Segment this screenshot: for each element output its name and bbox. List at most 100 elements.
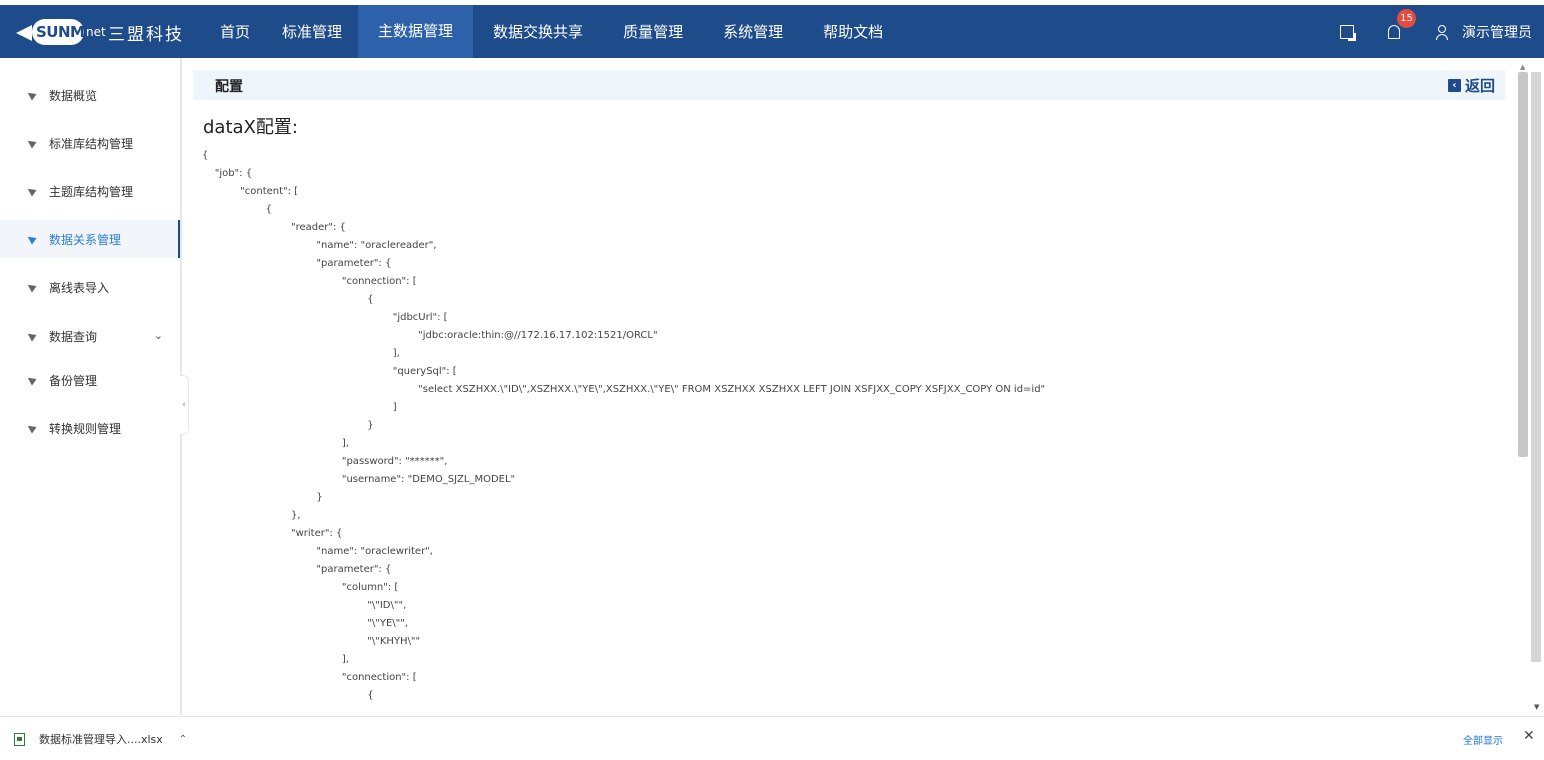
- send-icon: [25, 185, 37, 197]
- sidebar-item-data-query[interactable]: 数据查询 ⌄: [0, 317, 180, 355]
- logo[interactable]: SUNM net 三盟科技: [16, 17, 184, 47]
- code-line: {: [202, 204, 272, 215]
- user-menu[interactable]: 演示管理员: [1436, 22, 1532, 42]
- code-line: ]: [202, 402, 397, 413]
- sidebar-item-data-relations[interactable]: 数据关系管理: [0, 220, 180, 258]
- screen-icon: [1340, 24, 1356, 41]
- download-bar: 数据标准管理导入....xlsx ⌃ 全部显示 ✕: [0, 716, 1544, 760]
- code-line: "jdbcUrl": [: [202, 312, 448, 323]
- nav-standard-management[interactable]: 标准管理: [266, 5, 358, 58]
- sidebar: 数据概览 标准库结构管理 主题库结构管理 数据关系管理 离线表导入 数据查询 ⌄…: [0, 58, 180, 715]
- code-line: {: [202, 294, 374, 305]
- nav-master-data-management[interactable]: 主数据管理: [358, 5, 474, 58]
- chevron-up-icon[interactable]: ⌃: [179, 734, 187, 745]
- user-icon: [1436, 24, 1448, 40]
- user-name: 演示管理员: [1462, 24, 1532, 41]
- code-line: ],: [202, 438, 349, 449]
- sidebar-item-offline-import[interactable]: 离线表导入: [0, 268, 180, 306]
- close-icon[interactable]: ✕: [1523, 728, 1535, 744]
- sidebar-item-label: 转换规则管理: [49, 421, 122, 436]
- sunmnet-logo-icon: SUNM net: [16, 17, 106, 47]
- code-line: "content": [: [202, 186, 299, 197]
- sidebar-item-conversion-rules[interactable]: 转换规则管理: [0, 409, 180, 447]
- chevron-left-icon: ‹: [1447, 79, 1461, 92]
- sidebar-item-label: 离线表导入: [49, 280, 110, 295]
- logo-net-text: net: [86, 25, 106, 39]
- code-line: "\"ID\"",: [202, 600, 407, 611]
- scroll-down-icon[interactable]: ▼: [1534, 703, 1539, 711]
- header-actions: 15 演示管理员: [1340, 5, 1544, 58]
- sidebar-item-label: 数据查询: [49, 329, 98, 344]
- show-all-link[interactable]: 全部显示: [1463, 732, 1503, 747]
- send-icon: [25, 330, 37, 342]
- code-line: "\"YE\"",: [202, 618, 409, 629]
- code-line: },: [202, 510, 301, 521]
- chevron-left-icon: ‹: [182, 400, 186, 410]
- sidebar-item-data-overview[interactable]: 数据概览: [0, 76, 180, 114]
- sidebar-item-label: 数据概览: [49, 88, 98, 103]
- download-item[interactable]: 数据标准管理导入....xlsx ⌃: [14, 731, 187, 747]
- sidebar-item-label: 标准库结构管理: [49, 136, 134, 151]
- section-title: dataX配置:: [203, 117, 298, 138]
- notification-badge: 15: [1397, 8, 1416, 28]
- send-icon: [25, 233, 37, 245]
- top-navbar: SUNM net 三盟科技 首页 标准管理 主数据管理 数据交换共享 质量管理 …: [0, 5, 1544, 58]
- page-scrollbar[interactable]: [1531, 72, 1541, 662]
- code-line: "column": [: [202, 582, 399, 593]
- code-line: "name": "oraclereader",: [202, 240, 437, 251]
- code-line: {: [202, 150, 209, 161]
- excel-file-icon: [14, 732, 25, 746]
- back-button[interactable]: ‹ 返回: [1447, 75, 1495, 96]
- code-line: "\"KHYH\"": [202, 636, 421, 647]
- download-file-name: 数据标准管理导入....xlsx: [39, 733, 163, 746]
- code-line: "password": "******",: [202, 456, 448, 467]
- nav-data-exchange[interactable]: 数据交换共享: [473, 5, 603, 58]
- code-line: "reader": {: [202, 222, 346, 233]
- nav-system-management[interactable]: 系统管理: [703, 5, 803, 58]
- send-icon: [25, 281, 37, 293]
- code-line: "querySql": [: [202, 366, 457, 377]
- code-line: "parameter": {: [202, 564, 392, 575]
- code-line: "jdbc:oracle:thin:@//172.16.17.102:1521/…: [202, 330, 658, 341]
- nav-help-docs[interactable]: 帮助文档: [803, 5, 903, 58]
- send-icon: [25, 422, 37, 434]
- code-line: "connection": [: [202, 276, 417, 287]
- nav-home[interactable]: 首页: [204, 5, 266, 58]
- code-line: "parameter": {: [202, 258, 392, 269]
- sidebar-item-standard-library[interactable]: 标准库结构管理: [0, 124, 180, 162]
- code-line: {: [202, 690, 374, 701]
- json-config-viewer: { "job": { "content": [ { "reader": { "n…: [202, 147, 1502, 707]
- back-label: 返回: [1464, 77, 1495, 95]
- send-icon: [25, 89, 37, 101]
- main-nav: 首页 标准管理 主数据管理 数据交换共享 质量管理 系统管理 帮助文档: [204, 5, 903, 58]
- code-line: }: [202, 492, 323, 503]
- send-icon: [25, 137, 37, 149]
- bell-icon: [1388, 24, 1400, 39]
- sidebar-item-topic-library[interactable]: 主题库结构管理: [0, 172, 180, 210]
- notification-button[interactable]: 15: [1388, 8, 1416, 41]
- nav-quality-management[interactable]: 质量管理: [603, 5, 703, 58]
- sidebar-item-backup[interactable]: 备份管理: [0, 361, 180, 399]
- logo-sun-text: SUNM: [36, 23, 85, 41]
- logo-company-name: 三盟科技: [108, 24, 184, 45]
- content-scrollbar[interactable]: [1518, 72, 1528, 457]
- sidebar-item-label: 数据关系管理: [49, 232, 122, 247]
- fullscreen-button[interactable]: [1340, 23, 1358, 41]
- page-title: 配置: [215, 79, 243, 95]
- breadcrumb: 配置 ‹ 返回: [193, 70, 1505, 100]
- code-line: "job": {: [202, 168, 253, 179]
- sidebar-item-label: 主题库结构管理: [49, 184, 134, 199]
- code-line: ],: [202, 348, 400, 359]
- code-line: "select XSZHXX.\"ID\",XSZHXX.\"YE\",XSZH…: [202, 384, 1046, 395]
- sidebar-item-label: 备份管理: [49, 373, 98, 388]
- code-line: "connection": [: [202, 672, 417, 683]
- chevron-down-icon: ⌄: [153, 329, 163, 342]
- code-line: "writer": {: [202, 528, 343, 539]
- send-icon: [25, 374, 37, 386]
- code-line: "name": "oraclewriter",: [202, 546, 433, 557]
- code-line: "username": "DEMO_SJZL_MODEL": [202, 474, 516, 485]
- code-line: }: [202, 420, 374, 431]
- sidebar-collapse-toggle[interactable]: ‹: [180, 375, 189, 435]
- code-line: ],: [202, 654, 349, 665]
- scroll-up-icon[interactable]: ▲: [1520, 63, 1525, 71]
